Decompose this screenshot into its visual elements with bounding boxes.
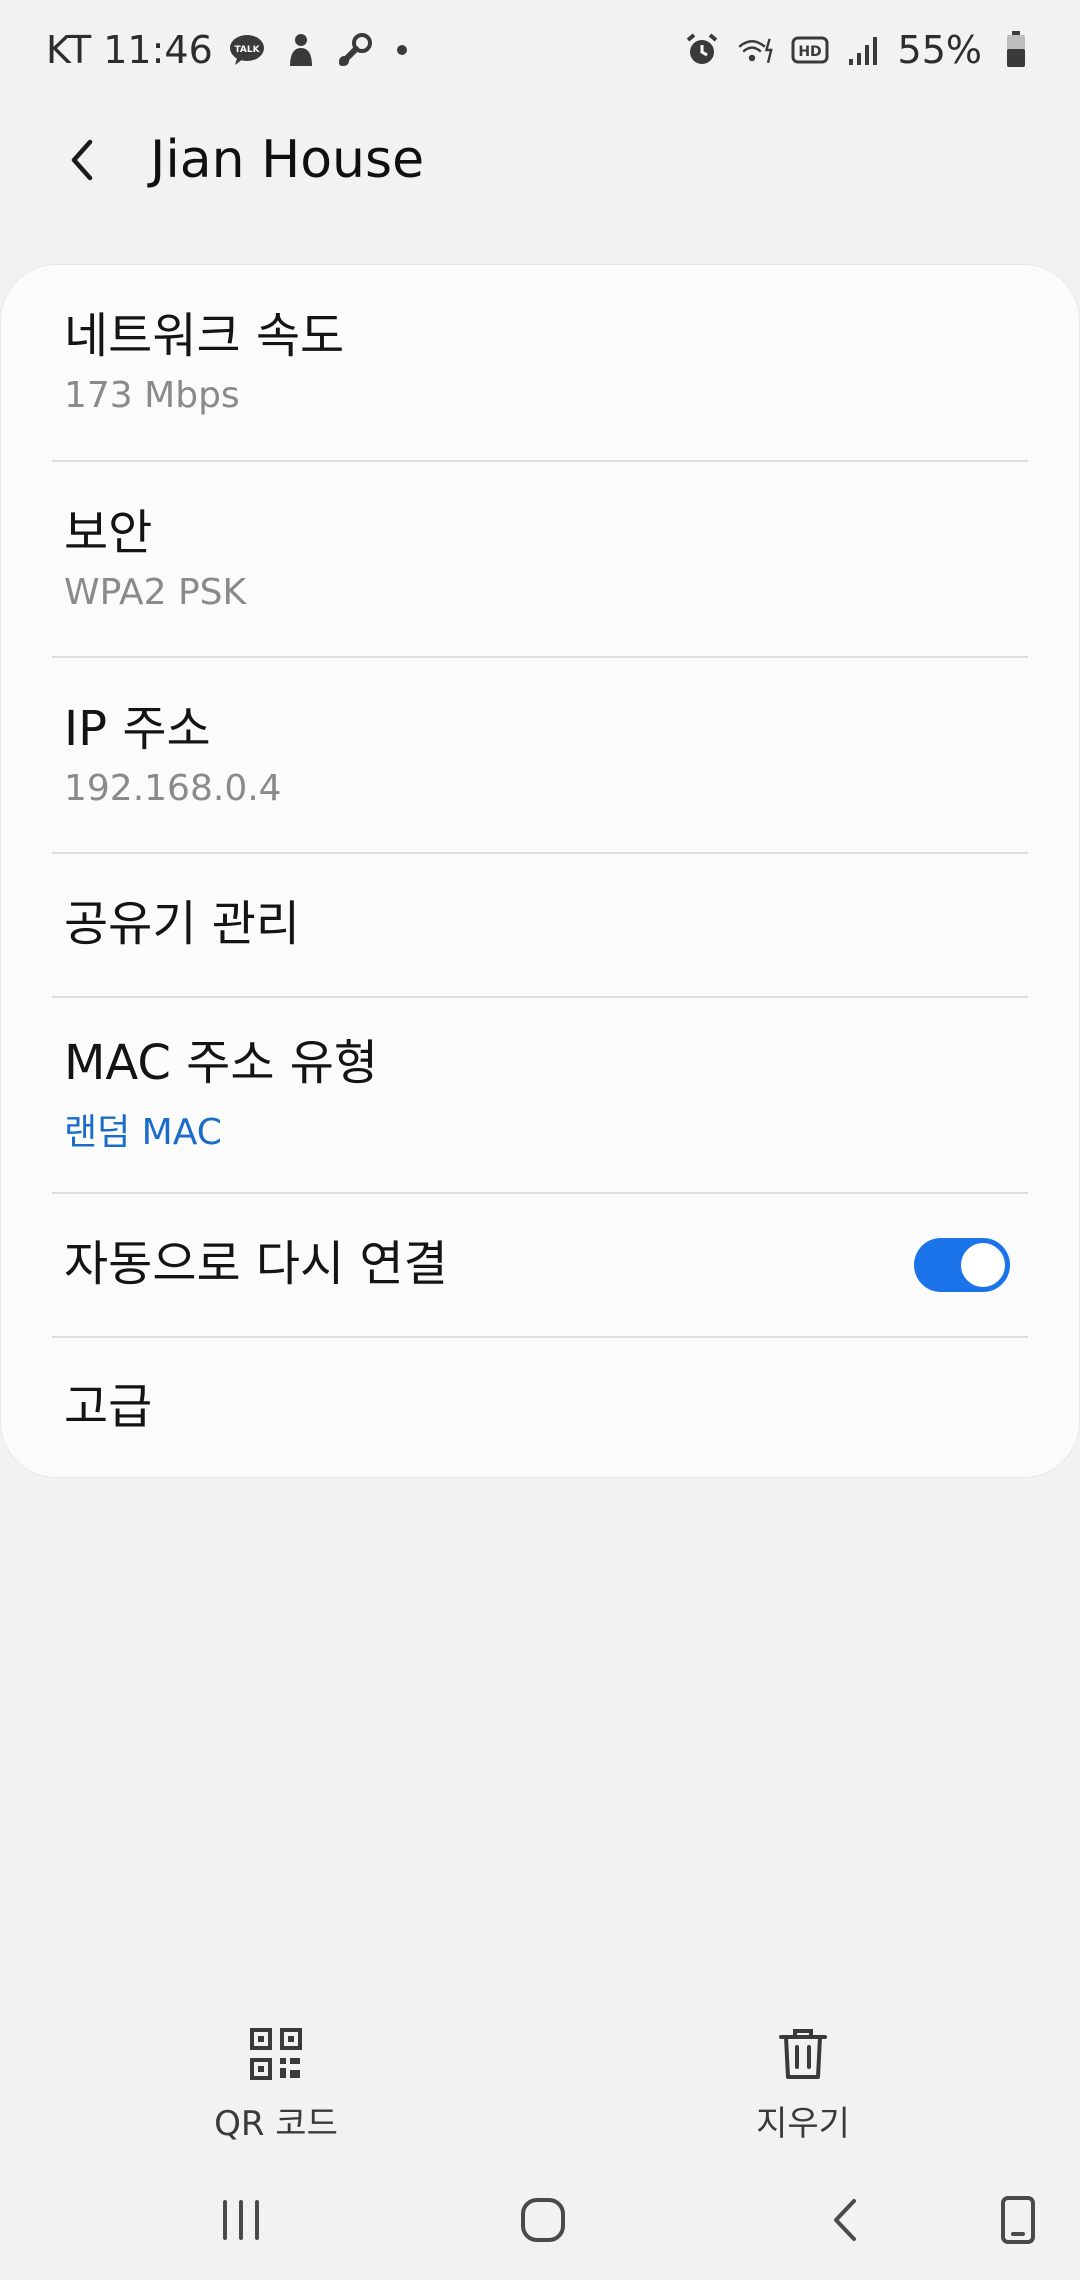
row-router-management[interactable]: 공유기 관리	[0, 854, 1080, 996]
status-left: KT 11:46 TALK	[46, 28, 407, 72]
system-navigation-bar	[0, 2160, 1080, 2280]
battery-percent: 55%	[897, 28, 982, 72]
pacifier-icon	[335, 30, 375, 70]
qr-code-icon	[244, 2022, 308, 2086]
rotate-phone-icon	[1001, 2196, 1035, 2244]
app-header: Jian House	[0, 110, 1080, 210]
network-details-card: 네트워크 속도 173 Mbps 보안 WPA2 PSK IP 주소 192.1…	[0, 264, 1080, 1478]
hd-voice-icon: HD	[790, 30, 830, 70]
home-icon	[521, 2198, 565, 2242]
signal-icon	[844, 30, 884, 70]
ip-address-value: 192.168.0.4	[64, 768, 282, 810]
row-ip-address: IP 주소 192.168.0.4	[0, 658, 1080, 852]
ip-address-label: IP 주소	[64, 700, 211, 757]
wifi-lte-icon	[736, 30, 776, 70]
status-bar: KT 11:46 TALK HD 55%	[0, 0, 1080, 100]
row-security: 보안 WPA2 PSK	[0, 462, 1080, 656]
mac-address-type-label: MAC 주소 유형	[64, 1035, 379, 1092]
svg-text:TALK: TALK	[234, 45, 260, 55]
security-value: WPA2 PSK	[64, 572, 247, 614]
nav-back-icon	[834, 2199, 856, 2241]
rotate-phone-button[interactable]	[978, 2180, 1058, 2260]
security-label: 보안	[64, 504, 153, 561]
mac-address-type-value: 랜덤 MAC	[64, 1111, 222, 1153]
alarm-icon	[682, 30, 722, 70]
forget-network-label: 지우기	[756, 2104, 850, 2144]
row-auto-reconnect[interactable]: 자동으로 다시 연결	[0, 1194, 1080, 1336]
row-advanced[interactable]: 고급	[0, 1338, 1080, 1478]
auto-reconnect-toggle[interactable]	[914, 1238, 1010, 1292]
home-button[interactable]	[503, 2180, 583, 2260]
recent-apps-icon	[223, 2200, 259, 2240]
status-right: HD 55%	[682, 28, 1036, 72]
baby-icon	[281, 30, 321, 70]
row-mac-address-type[interactable]: MAC 주소 유형 랜덤 MAC	[0, 998, 1080, 1192]
trash-icon	[771, 2022, 835, 2086]
network-speed-value: 173 Mbps	[64, 375, 240, 417]
network-speed-label: 네트워크 속도	[64, 307, 345, 364]
nav-back-button[interactable]	[806, 2180, 886, 2260]
page-title: Jian House	[150, 130, 425, 190]
toggle-knob	[958, 1240, 1008, 1290]
notification-dot	[396, 45, 407, 55]
router-management-label: 공유기 관리	[64, 896, 301, 953]
chevron-left-icon	[71, 139, 93, 181]
recent-apps-button[interactable]	[201, 2180, 281, 2260]
carrier-time: KT 11:46	[46, 28, 213, 72]
row-network-speed: 네트워크 속도 173 Mbps	[0, 264, 1080, 460]
kakaotalk-icon: TALK	[227, 30, 267, 70]
advanced-label: 고급	[64, 1379, 153, 1436]
qr-code-button[interactable]: QR 코드	[146, 2010, 406, 2160]
bottom-action-bar: QR 코드 지우기	[0, 2010, 1080, 2160]
qr-code-label: QR 코드	[214, 2104, 338, 2144]
battery-icon	[996, 30, 1036, 70]
forget-network-button[interactable]: 지우기	[673, 2010, 933, 2160]
auto-reconnect-label: 자동으로 다시 연결	[64, 1236, 448, 1293]
svg-text:HD: HD	[798, 44, 821, 60]
back-button[interactable]	[36, 112, 132, 208]
